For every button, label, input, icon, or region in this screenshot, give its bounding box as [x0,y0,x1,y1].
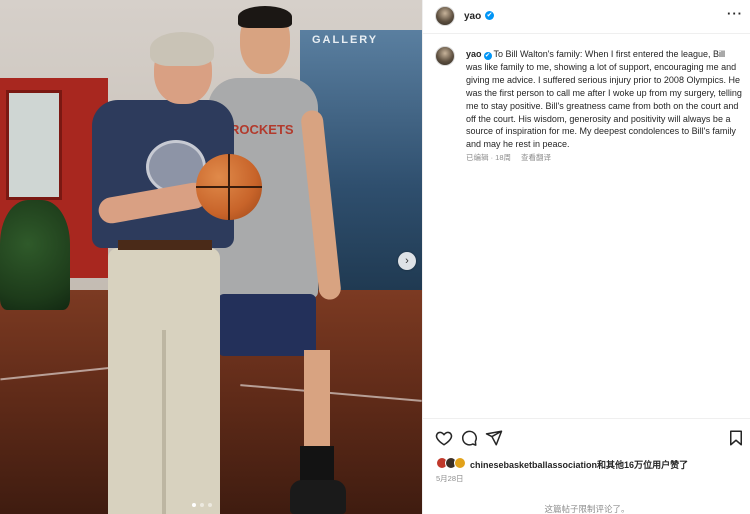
comments-restricted-notice: 这篇帖子限制评论了。 [544,504,630,514]
comment-icon[interactable] [460,429,478,447]
author-avatar[interactable] [435,6,455,26]
verified-icon: ✔ [483,52,492,60]
basketball [196,154,262,220]
heart-icon[interactable] [435,429,453,447]
share-icon[interactable] [485,429,503,447]
yao-hair [238,6,292,28]
chevron-right-icon: › [405,255,409,267]
action-bar: chinesebasketballassociation和其他16万位用户赞了 … [423,418,750,514]
see-translation-link[interactable]: 查看翻译 [521,153,551,162]
walton-hair [150,32,214,66]
walton-belt [118,240,212,250]
photo-plant [0,200,70,310]
author-username[interactable]: yao [464,11,481,22]
post-side-panel: yao ✔ ··· yao ✔ To Bill Walton's family: W… [422,0,750,514]
yao-shorts [218,294,316,356]
carousel-dots [192,503,212,507]
yao-shoe [290,480,346,514]
likes-count-text[interactable]: chinesebasketballassociation和其他16万位用户赞了 [470,458,688,471]
photo-gallery-sign: GALLERY [312,34,379,46]
liker-avatar [454,457,466,469]
more-icon[interactable]: ··· [727,6,743,21]
verified-icon: ✔ [485,11,494,20]
photo-door-window [6,90,62,200]
caption-avatar[interactable] [435,46,455,66]
bookmark-icon[interactable] [727,429,745,447]
post-date: 5月28日 [436,474,464,483]
edited-label: 已编辑 · 18周 [466,153,512,162]
post-header: yao ✔ ··· [423,0,750,34]
yao-jersey-text: ROCKETS [230,122,294,137]
carousel-next-button[interactable]: › [398,252,416,270]
walton-pants-seam [162,330,166,514]
caption-body: To Bill Walton's family: When I first en… [466,49,742,150]
yao-leg [304,350,330,450]
post-photo[interactable]: GALLERY ROCKETS › [0,0,422,514]
caption-text: yao ✔ To Bill Walton's family: When I firs… [466,48,742,151]
caption-username[interactable]: yao [466,49,482,59]
caption-meta: 已编辑 · 18周 查看翻译 [466,152,561,163]
